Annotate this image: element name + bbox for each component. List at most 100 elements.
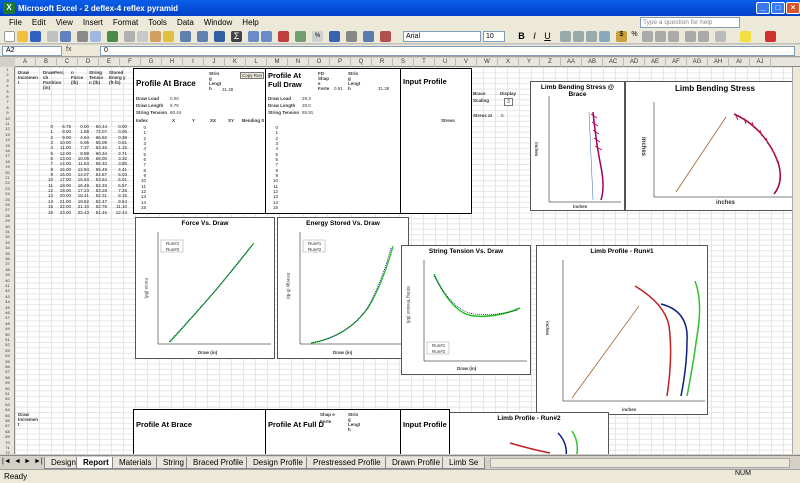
paste-icon[interactable]	[150, 31, 161, 42]
column-header-i[interactable]: I	[183, 58, 204, 67]
column-header-ab[interactable]: AB	[582, 58, 603, 67]
autosum-icon[interactable]: Σ	[231, 31, 242, 42]
tab-braced-profile[interactable]: Braced Profile	[186, 457, 251, 469]
column-header-d[interactable]: D	[78, 58, 99, 67]
open-icon[interactable]	[17, 31, 28, 42]
chart-limb-stress[interactable]: Limb Bending Stress inches inches	[625, 81, 800, 211]
column-header-t[interactable]: T	[414, 58, 435, 67]
column-header-q[interactable]: Q	[351, 58, 372, 67]
column-header-af[interactable]: AF	[666, 58, 687, 67]
column-header-y[interactable]: Y	[519, 58, 540, 67]
vertical-scrollbar[interactable]	[792, 67, 800, 454]
increase-decimal-icon[interactable]	[655, 31, 666, 42]
bold-icon[interactable]: B	[516, 31, 527, 42]
help-icon[interactable]	[329, 31, 340, 42]
menu-insert[interactable]: Insert	[78, 18, 108, 27]
fill-color-icon[interactable]	[740, 31, 751, 42]
horizontal-scrollbar[interactable]	[490, 458, 790, 468]
new-icon[interactable]	[4, 31, 15, 42]
hyperlink-icon[interactable]	[214, 31, 225, 42]
tab-nav-first-icon[interactable]: |◄	[2, 458, 11, 465]
sort-asc-icon[interactable]	[248, 31, 259, 42]
column-header-e[interactable]: E	[99, 58, 120, 67]
chart-limb-stress-brace[interactable]: Limb Bending Stress @ Brace inches inche…	[530, 81, 625, 211]
column-header-r[interactable]: R	[372, 58, 393, 67]
column-header-ai[interactable]: AI	[729, 58, 750, 67]
column-header-ad[interactable]: AD	[624, 58, 645, 67]
reviewing-icon[interactable]	[363, 31, 374, 42]
copy-icon[interactable]	[137, 31, 148, 42]
tab-nav-last-icon[interactable]: ►|	[34, 458, 43, 465]
tab-materials[interactable]: Materials	[112, 457, 159, 469]
menu-data[interactable]: Data	[172, 18, 199, 27]
tab-prestressed-profile[interactable]: Prestressed Profile	[306, 457, 388, 469]
redo-icon[interactable]	[197, 31, 208, 42]
font-name-select[interactable]: Arial	[403, 31, 481, 42]
print-icon[interactable]	[77, 31, 88, 42]
column-header-aj[interactable]: AJ	[750, 58, 771, 67]
tab-nav-prev-icon[interactable]: ◄	[14, 458, 21, 465]
chart-limb-profile-run1[interactable]: Limb Profile - Run#1 inches inches	[536, 245, 708, 415]
spelling-icon[interactable]	[107, 31, 118, 42]
permission-icon[interactable]	[47, 31, 58, 42]
tab-nav-next-icon[interactable]: ►	[24, 458, 31, 465]
merge-center-icon[interactable]	[599, 31, 610, 42]
menu-edit[interactable]: Edit	[27, 18, 51, 27]
column-header-j[interactable]: J	[204, 58, 225, 67]
column-header-c[interactable]: C	[57, 58, 78, 67]
column-header-x[interactable]: X	[498, 58, 519, 67]
font-color-icon[interactable]	[765, 31, 776, 42]
menu-view[interactable]: View	[51, 18, 78, 27]
borders-icon[interactable]	[715, 31, 726, 42]
tab-report[interactable]: Report	[76, 457, 116, 469]
drawing-icon[interactable]	[295, 31, 306, 42]
chart-tension-vs-draw[interactable]: String Tension Vs. Draw Run#1 Run#2 Stri…	[401, 245, 531, 375]
column-header-w[interactable]: W	[477, 58, 498, 67]
undo-icon[interactable]	[180, 31, 191, 42]
name-box[interactable]: A2	[2, 46, 62, 56]
menu-file[interactable]: File	[4, 18, 27, 27]
column-header-ah[interactable]: AH	[708, 58, 729, 67]
column-header-ae[interactable]: AE	[645, 58, 666, 67]
underline-icon[interactable]: U	[542, 31, 553, 42]
column-header-h[interactable]: H	[162, 58, 183, 67]
column-header-ac[interactable]: AC	[603, 58, 624, 67]
column-header-aa[interactable]: AA	[561, 58, 582, 67]
column-header-p[interactable]: P	[330, 58, 351, 67]
print-preview-icon[interactable]	[90, 31, 101, 42]
column-header-b[interactable]: B	[36, 58, 57, 67]
chart-energy-vs-draw[interactable]: Energy Stored Vs. Draw Run#1 Run#2 Energ…	[277, 217, 409, 359]
save-icon[interactable]	[30, 31, 41, 42]
column-header-n[interactable]: N	[288, 58, 309, 67]
increase-indent-icon[interactable]	[698, 31, 709, 42]
menu-help[interactable]: Help	[237, 18, 263, 27]
tab-limb-se[interactable]: Limb Se	[442, 457, 486, 469]
decrease-decimal-icon[interactable]	[668, 31, 679, 42]
scaling-spinner[interactable]: 3	[504, 98, 513, 106]
format-painter-icon[interactable]	[163, 31, 174, 42]
column-header-s[interactable]: S	[393, 58, 414, 67]
menu-window[interactable]: Window	[199, 18, 237, 27]
column-header-a[interactable]: A	[15, 58, 36, 67]
column-header-o[interactable]: O	[309, 58, 330, 67]
comma-style-icon[interactable]	[642, 31, 653, 42]
percent-icon[interactable]: %	[629, 31, 640, 42]
tab-design-profile[interactable]: Design Profile	[246, 457, 310, 469]
currency-icon[interactable]: $	[616, 31, 627, 42]
menu-tools[interactable]: Tools	[143, 18, 172, 27]
chart-force-vs-draw[interactable]: Force Vs. Draw Run#1 Run#2 Force (lbf) D…	[135, 217, 275, 359]
sort-desc-icon[interactable]	[261, 31, 272, 42]
align-left-icon[interactable]	[560, 31, 571, 42]
column-header-g[interactable]: G	[141, 58, 162, 67]
worksheet-grid[interactable]: Draw Incremen t DrawPerc ch Partition (i…	[15, 67, 800, 454]
close-button[interactable]: ×	[786, 2, 800, 14]
column-header-z[interactable]: Z	[540, 58, 561, 67]
chart-limb-profile-run2[interactable]: Limb Profile - Run#2	[449, 412, 609, 454]
maximize-button[interactable]: □	[771, 2, 785, 14]
tab-drawn-profile[interactable]: Drawn Profile	[385, 457, 448, 469]
align-center-icon[interactable]	[573, 31, 584, 42]
copy-run-button[interactable]: Copy Run	[240, 72, 265, 79]
chart-wizard-icon[interactable]	[278, 31, 289, 42]
minimize-button[interactable]: _	[756, 2, 770, 14]
insert-icon[interactable]	[380, 31, 391, 42]
